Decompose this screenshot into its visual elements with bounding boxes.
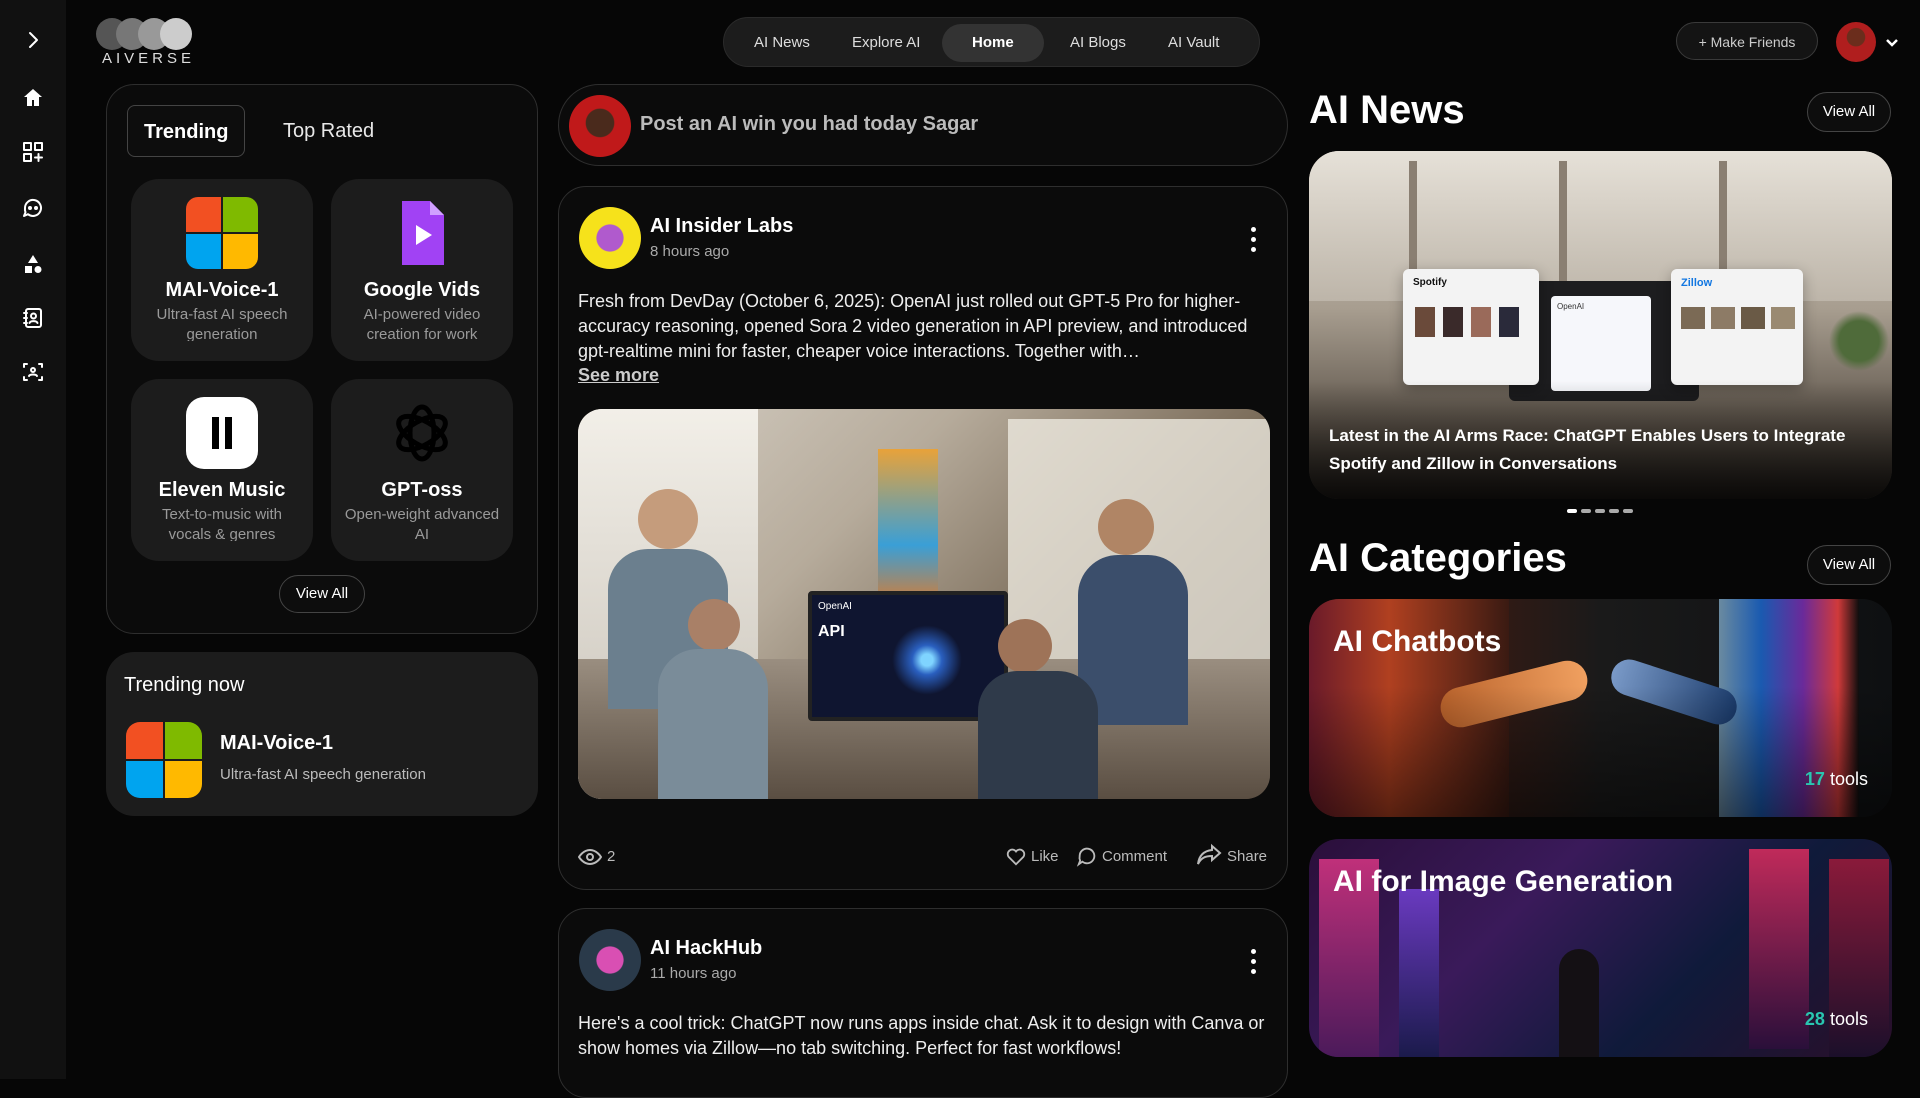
ai-categories-title: AI Categories xyxy=(1309,536,1567,580)
like-button[interactable]: Like xyxy=(1031,848,1059,865)
carousel-dot[interactable] xyxy=(1581,509,1591,513)
category-count-unit: tools xyxy=(1829,1009,1868,1029)
trending-now-card[interactable]: Trending now MAI-Voice-1 Ultra-fast AI s… xyxy=(106,652,538,816)
nav-ai-blogs[interactable]: AI Blogs xyxy=(1056,24,1140,62)
tool-card[interactable]: MAI-Voice-1 Ultra-fast AI speech generat… xyxy=(131,179,313,361)
post-text: Fresh from DevDay (October 6, 2025): Ope… xyxy=(578,291,1248,361)
tool-description: Open-weight advanced AI xyxy=(344,506,500,541)
category-name: AI Chatbots xyxy=(1333,625,1502,658)
chevron-down-icon[interactable] xyxy=(1882,32,1902,52)
sidebar-rail xyxy=(0,0,66,1079)
composer-avatar xyxy=(569,95,631,157)
carousel-dot[interactable] xyxy=(1609,509,1619,513)
chevron-right-icon[interactable] xyxy=(17,24,49,56)
tool-card[interactable]: Google Vids AI-powered video creation fo… xyxy=(331,179,513,361)
carousel-dot[interactable] xyxy=(1623,509,1633,513)
view-count: 2 xyxy=(607,848,616,865)
more-options-icon[interactable] xyxy=(1251,949,1257,979)
spotify-label: Spotify xyxy=(1413,277,1447,288)
image-caption-openai: OpenAI xyxy=(818,601,852,612)
eye-icon xyxy=(577,847,603,867)
user-avatar[interactable] xyxy=(1836,22,1876,62)
carousel-dot[interactable] xyxy=(1595,509,1605,513)
shapes-icon[interactable] xyxy=(17,248,49,280)
feed-post: AI Insider Labs 8 hours ago Fresh from D… xyxy=(558,186,1288,890)
nav-home[interactable]: Home xyxy=(942,24,1044,62)
tool-name: MAI-Voice-1 xyxy=(165,279,279,301)
zillow-label: Zillow xyxy=(1681,277,1713,289)
make-friends-button[interactable]: + Make Friends xyxy=(1676,22,1818,60)
trending-panel: Trending Top Rated MAI-Voice-1 Ultra-fas… xyxy=(106,84,538,634)
trending-tool-description: Ultra-fast AI speech generation xyxy=(220,766,426,783)
nav-ai-vault[interactable]: AI Vault xyxy=(1154,24,1233,62)
post-text: Here's a cool trick: ChatGPT now runs ap… xyxy=(578,1013,1265,1058)
tool-card[interactable]: GPT-oss Open-weight advanced AI xyxy=(331,379,513,561)
openai-label: OpenAI xyxy=(1557,302,1585,311)
logo-text: AIVERSE xyxy=(102,50,196,67)
news-carousel-slide[interactable]: Spotify OpenAI Zillow Latest in the AI A… xyxy=(1309,151,1892,499)
category-count: 28 xyxy=(1804,1009,1825,1029)
grid-plus-icon[interactable] xyxy=(17,136,49,168)
home-icon[interactable] xyxy=(17,82,49,114)
share-icon[interactable] xyxy=(1196,843,1222,867)
tool-card[interactable]: Eleven Music Text-to-music with vocals &… xyxy=(131,379,313,561)
tool-name: GPT-oss xyxy=(381,479,463,501)
openai-logo-icon xyxy=(386,397,458,469)
image-caption-api: API xyxy=(818,623,845,640)
microsoft-logo-icon xyxy=(126,722,202,798)
carousel-dot[interactable] xyxy=(1567,509,1577,513)
category-card[interactable]: AI for Image Generation 28 tools xyxy=(1309,839,1892,1057)
post-author[interactable]: AI Insider Labs xyxy=(650,215,793,238)
carousel-dots xyxy=(1567,509,1637,513)
post-time: 11 hours ago xyxy=(650,965,737,982)
share-button[interactable]: Share xyxy=(1227,848,1267,865)
view-all-tools-button[interactable]: View All xyxy=(279,575,365,613)
chat-bot-icon[interactable] xyxy=(17,192,49,224)
nav-ai-news[interactable]: AI News xyxy=(740,24,824,62)
comment-button[interactable]: Comment xyxy=(1102,848,1167,865)
tool-name: Google Vids xyxy=(363,279,481,301)
category-count-unit: tools xyxy=(1829,769,1868,789)
tool-description: AI-powered video creation for work xyxy=(363,306,481,341)
trending-now-title: Trending now xyxy=(124,674,245,696)
see-more-link[interactable]: See more xyxy=(578,365,659,386)
ai-news-title: AI News xyxy=(1309,88,1465,132)
group-scan-icon[interactable] xyxy=(17,356,49,388)
post-composer[interactable]: Post an AI win you had today Sagar xyxy=(558,84,1288,166)
author-avatar[interactable] xyxy=(579,929,641,991)
tool-description: Ultra-fast AI speech generation xyxy=(156,306,288,341)
microsoft-logo-icon xyxy=(186,197,258,269)
post-image[interactable]: OpenAI API xyxy=(578,409,1270,799)
news-headline[interactable]: Latest in the AI Arms Race: ChatGPT Enab… xyxy=(1329,422,1879,478)
tab-trending[interactable]: Trending xyxy=(127,105,246,157)
tool-name: Eleven Music xyxy=(158,479,286,501)
comment-icon[interactable] xyxy=(1076,845,1098,867)
post-time: 8 hours ago xyxy=(650,243,730,260)
elevenlabs-icon xyxy=(186,397,258,469)
category-card[interactable]: AI Chatbots 17 tools xyxy=(1309,599,1892,817)
nav-explore-ai[interactable]: Explore AI xyxy=(838,24,934,62)
trending-tool-name: MAI-Voice-1 xyxy=(220,732,333,754)
google-vids-icon xyxy=(386,197,458,269)
aiverse-logo[interactable]: AIVERSE xyxy=(96,16,206,67)
contact-book-icon[interactable] xyxy=(17,302,49,334)
composer-placeholder[interactable]: Post an AI win you had today Sagar xyxy=(640,113,978,136)
more-options-icon[interactable] xyxy=(1251,227,1257,257)
post-author[interactable]: AI HackHub xyxy=(650,937,762,960)
author-avatar[interactable] xyxy=(579,207,641,269)
category-count: 17 xyxy=(1804,769,1825,789)
categories-view-all-button[interactable]: View All xyxy=(1807,545,1891,585)
news-view-all-button[interactable]: View All xyxy=(1807,92,1891,132)
feed-post: AI HackHub 11 hours ago Here's a cool tr… xyxy=(558,908,1288,1098)
tool-description: Text-to-music with vocals & genres xyxy=(161,506,283,541)
top-navigation: AI News Explore AI Home AI Blogs AI Vaul… xyxy=(723,17,1260,67)
heart-icon[interactable] xyxy=(1005,845,1027,867)
category-name: AI for Image Generation xyxy=(1333,865,1674,898)
tab-top-rated[interactable]: Top Rated xyxy=(267,105,390,157)
